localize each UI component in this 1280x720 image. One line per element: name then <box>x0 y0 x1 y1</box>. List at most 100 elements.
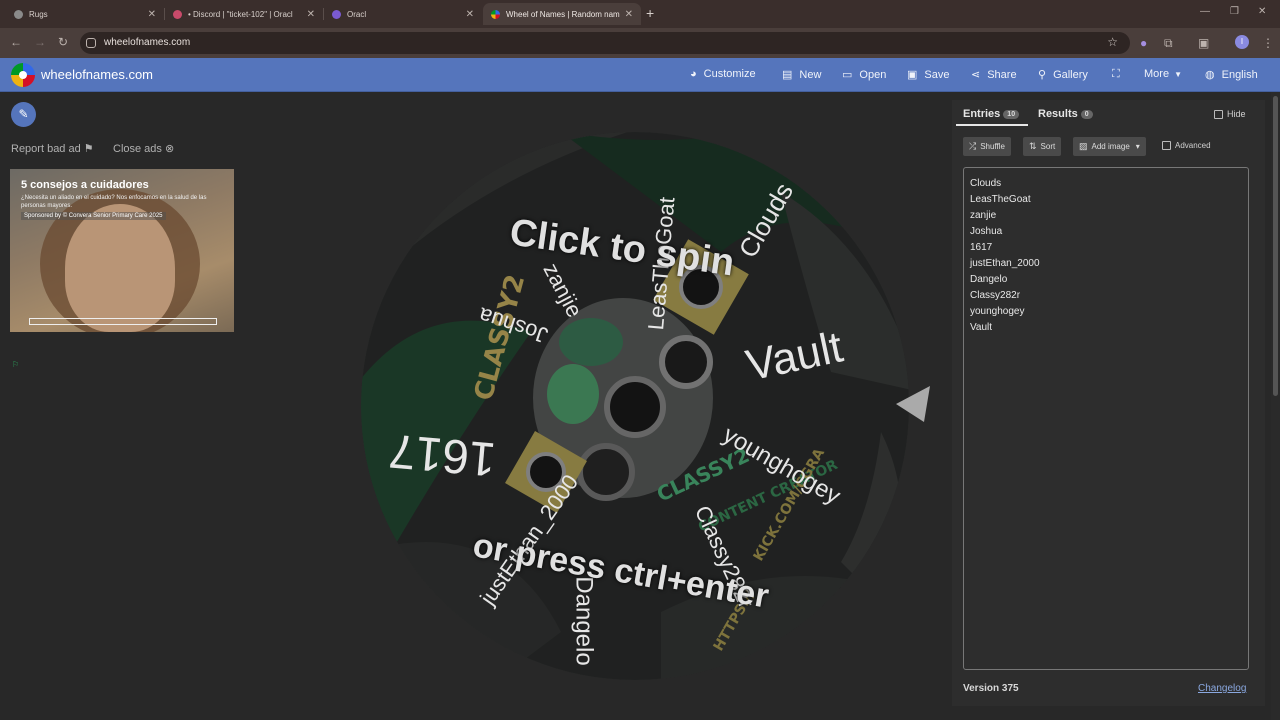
hide-label: Hide <box>1227 109 1246 119</box>
close-tab-icon[interactable]: ✕ <box>307 9 315 20</box>
list-item: Vault <box>970 322 993 333</box>
add-image-button[interactable]: ▨ Add image ▾ <box>1073 137 1146 156</box>
tab-entries[interactable]: Entries 10 <box>963 108 1020 120</box>
list-item: zanjie <box>970 210 997 221</box>
entries-textarea[interactable]: Clouds LeasTheGoat zanjie Joshua 1617 ju… <box>963 167 1249 670</box>
panel-tabs: Entries 10 Results 0 Hide <box>952 100 1265 126</box>
sort-label: Sort <box>1040 142 1056 151</box>
palette-icon: ◕ <box>690 68 697 80</box>
tab-results[interactable]: Results 0 <box>1038 108 1093 120</box>
tab-favicon-icon <box>491 9 500 19</box>
list-item: younghogey <box>970 306 1025 317</box>
brand-name[interactable]: wheelofnames.com <box>41 67 153 82</box>
tab-title: • Discord | "ticket-102" | Oracl <box>188 9 293 19</box>
close-ads-link[interactable]: Close ads ⊗ <box>113 142 174 155</box>
wheel-logo-icon[interactable] <box>11 63 35 87</box>
advanced-checkbox[interactable]: Advanced <box>1162 141 1211 151</box>
changelog-link[interactable]: Changelog <box>1198 683 1246 694</box>
side-panel-icon[interactable]: ▣ <box>1198 36 1209 50</box>
edit-pencil-button[interactable]: ✎ <box>11 102 36 127</box>
chevron-down-icon: ▼ <box>1174 69 1182 79</box>
app-header: wheelofnames.com ◕ Customize ▤ New ▭ Open ▣… <box>0 58 1280 92</box>
new-button[interactable]: ▤ New <box>782 68 821 82</box>
bookmark-star-icon[interactable]: ☆ <box>1107 35 1118 49</box>
close-tab-icon[interactable]: ✕ <box>625 9 633 20</box>
browser-tab-oracl[interactable]: Oracl ✕ <box>324 3 482 25</box>
search-icon: ⚲ <box>1038 69 1047 81</box>
shuffle-icon: ⤮ <box>969 141 977 151</box>
customize-button[interactable]: ◕ Customize <box>690 68 756 80</box>
site-info-icon[interactable] <box>86 38 96 48</box>
tab-title: Wheel of Names | Random nam <box>506 9 620 19</box>
entries-panel: Entries 10 Results 0 Hide ⤮ Shuffle ⇅ Sort ▨… <box>952 100 1265 706</box>
browser-menu-icon[interactable]: ⋮ <box>1262 36 1274 50</box>
folder-icon: ▭ <box>842 69 853 81</box>
shuffle-button[interactable]: ⤮ Shuffle <box>963 137 1011 156</box>
extensions-puzzle-icon[interactable]: ⧉ <box>1164 36 1173 51</box>
extension-icon[interactable]: ● <box>1140 36 1147 50</box>
profile-avatar[interactable]: I <box>1235 35 1249 49</box>
close-tab-icon[interactable]: ✕ <box>148 9 156 20</box>
reload-icon[interactable]: ↻ <box>58 35 68 49</box>
adchoices-icon[interactable]: ⚐ <box>12 360 19 369</box>
forward-icon[interactable]: → <box>34 35 46 49</box>
wheel[interactable]: CLASSY2 CLASSY2 CONTENT CREATOR KICK.COM… <box>361 132 909 680</box>
entries-tab-label: Entries <box>963 108 1001 120</box>
wheel-label: Dangelo <box>570 576 598 666</box>
page-scrollbar[interactable] <box>1271 92 1280 720</box>
pencil-icon: ✎ <box>18 107 29 121</box>
url-text[interactable]: wheelofnames.com <box>104 37 190 48</box>
browser-tab-wheel-of-names[interactable]: Wheel of Names | Random nam ✕ <box>483 3 641 25</box>
close-window-icon[interactable]: ✕ <box>1258 6 1266 17</box>
more-button[interactable]: More ▼ <box>1144 68 1182 80</box>
list-item: 1617 <box>970 242 993 253</box>
maximize-icon[interactable]: ❐ <box>1230 6 1239 17</box>
results-count-badge: 0 <box>1080 109 1093 119</box>
report-bad-ad-link[interactable]: Report bad ad ⚑ <box>11 142 94 155</box>
save-button[interactable]: ▣ Save <box>907 68 949 82</box>
minimize-icon[interactable]: — <box>1200 6 1210 17</box>
list-item: Clouds <box>970 178 1002 189</box>
list-item: LeasTheGoat <box>970 194 1031 205</box>
ad-progress-bar <box>29 318 217 325</box>
checkbox-icon <box>1214 110 1223 120</box>
omnibox[interactable]: wheelofnames.com ☆ <box>80 32 1130 54</box>
close-ads-label: Close ads <box>113 143 162 155</box>
scrollbar-thumb[interactable] <box>1273 96 1278 396</box>
language-button[interactable]: ◍ English <box>1205 68 1258 82</box>
sort-icon: ⇅ <box>1029 141 1037 151</box>
new-tab-icon[interactable]: + <box>646 5 654 21</box>
back-icon[interactable]: ← <box>10 35 22 49</box>
open-label: Open <box>859 68 887 81</box>
browser-tab-rugs[interactable]: Rugs ✕ <box>6 3 164 25</box>
browser-tab-discord[interactable]: • Discord | "ticket-102" | Oracl ✕ <box>165 3 323 25</box>
gallery-button[interactable]: ⚲ Gallery <box>1038 68 1088 82</box>
entries-count-badge: 10 <box>1003 109 1020 119</box>
shuffle-label: Shuffle <box>980 142 1005 151</box>
ad-sponsor: Sponsored by © Convera Senior Primary Ca… <box>21 212 166 220</box>
version-label: Version 375 <box>963 683 1019 694</box>
share-button[interactable]: ⋖ Share <box>971 68 1017 82</box>
wheel-image: CLASSY2 CLASSY2 CONTENT CREATOR KICK.COM… <box>361 132 909 680</box>
list-item: Dangelo <box>970 274 1008 285</box>
ad-banner[interactable]: 5 consejos a cuidadores ¿Necesita un ali… <box>10 169 234 332</box>
address-bar-row: ← → ↻ wheelofnames.com ☆ ● ⧉ ▣ ⋮ <box>0 28 1280 58</box>
checkbox-icon <box>1162 141 1171 151</box>
fullscreen-button[interactable]: ⛶ <box>1112 68 1127 81</box>
active-tab-underline <box>956 124 1028 126</box>
chevron-down-icon: ▾ <box>1135 142 1140 151</box>
tab-title: Rugs <box>29 9 48 19</box>
share-label: Share <box>987 68 1017 81</box>
list-item: Classy282r <box>970 290 1021 301</box>
open-button[interactable]: ▭ Open <box>842 68 887 82</box>
add-image-label: Add image <box>1091 142 1130 151</box>
close-tab-icon[interactable]: ✕ <box>466 9 474 20</box>
gallery-label: Gallery <box>1053 68 1088 81</box>
flag-icon: ⚑ <box>83 143 94 155</box>
language-label: English <box>1221 68 1258 81</box>
sort-button[interactable]: ⇅ Sort <box>1023 137 1062 156</box>
file-icon: ▤ <box>782 69 793 81</box>
hide-checkbox[interactable]: Hide <box>1214 109 1246 120</box>
browser-tab-bar: Rugs ✕ • Discord | "ticket-102" | Oracl … <box>0 0 1280 28</box>
share-icon: ⋖ <box>971 69 981 81</box>
